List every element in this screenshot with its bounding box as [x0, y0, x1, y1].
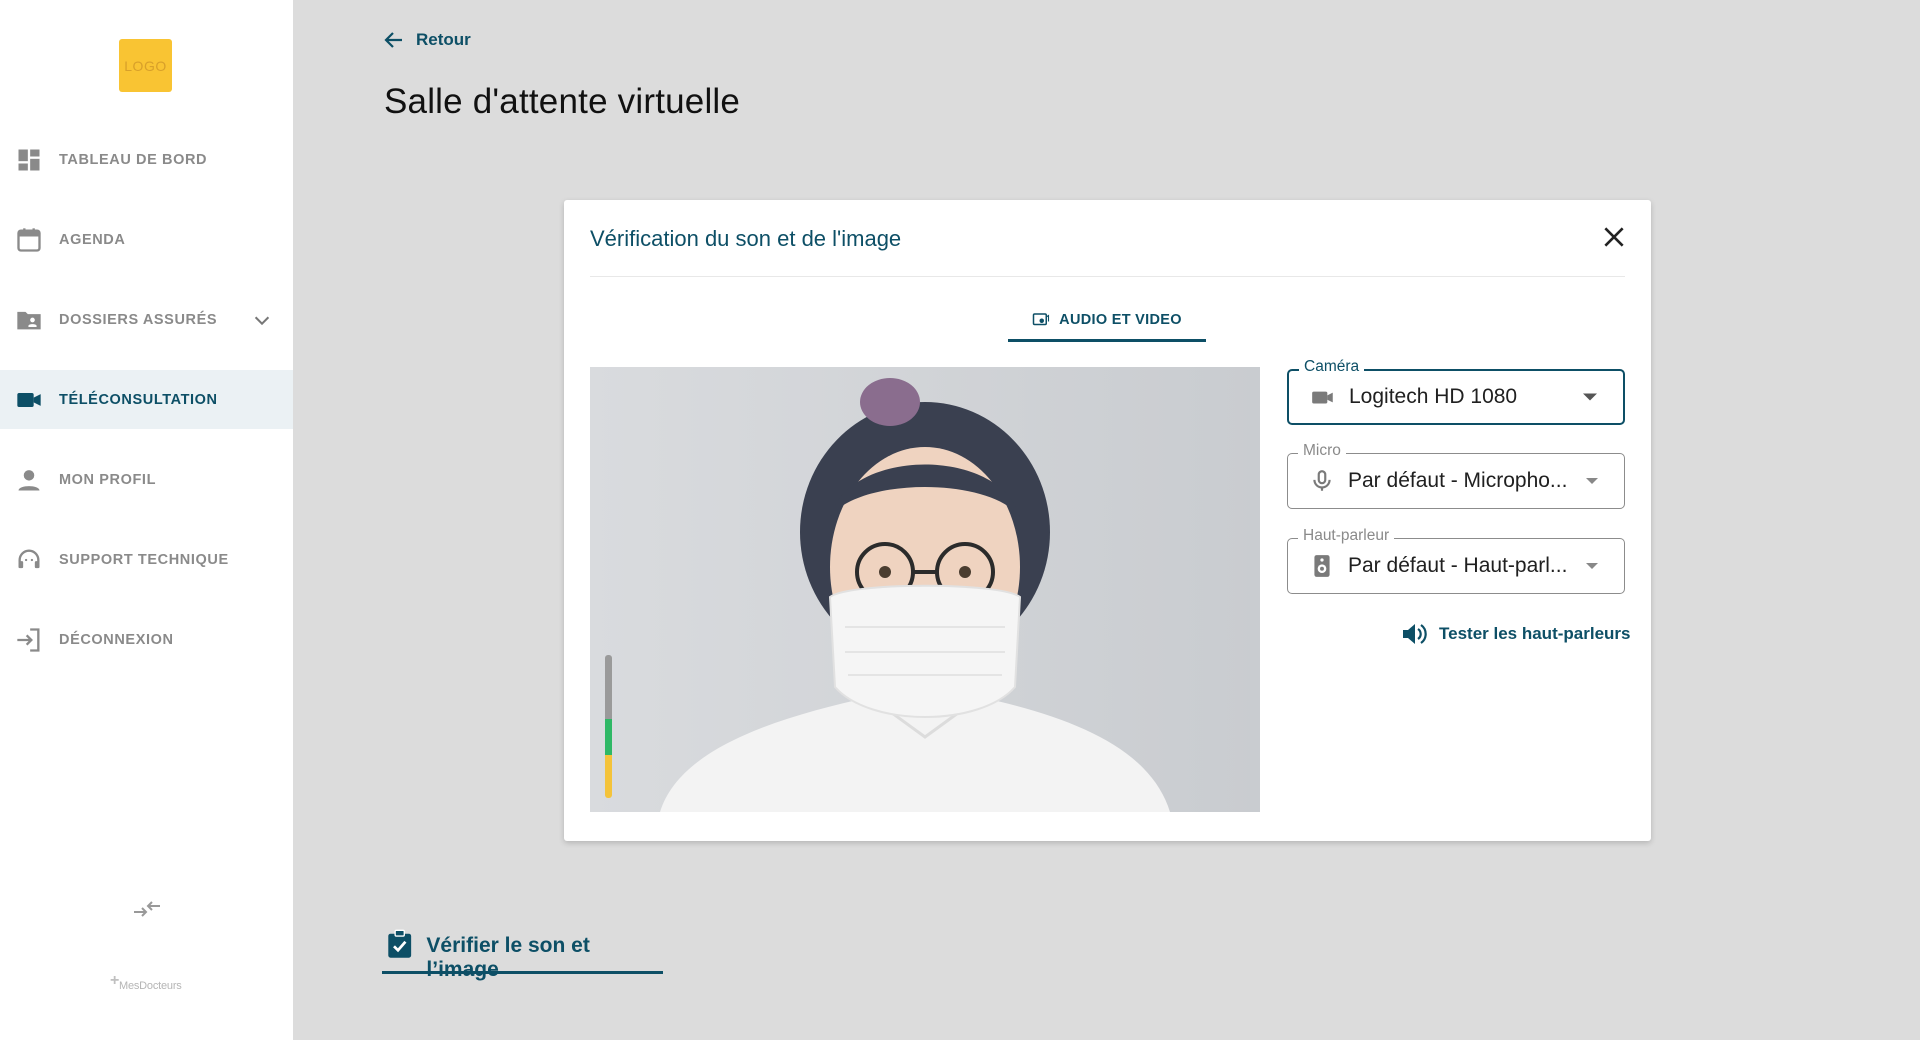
headset-icon [15, 546, 43, 574]
video-preview [590, 367, 1260, 812]
sidebar-item-label: TÉLÉCONSULTATION [59, 391, 218, 408]
test-speakers-button[interactable]: Tester les haut-parleurs [1401, 621, 1630, 647]
sidebar-item-label: MON PROFIL [59, 471, 157, 488]
av-check-modal: Vérification du son et de l'image AUDIO … [564, 200, 1651, 841]
close-icon[interactable] [1601, 224, 1627, 250]
camera-settings-icon [1032, 312, 1050, 325]
sidebar-item-dossiers-assures[interactable]: DOSSIERS ASSURÉS [0, 290, 293, 349]
brand-text: MesDocteurs [119, 980, 182, 992]
microphone-icon [1308, 467, 1336, 495]
dropdown-caret-icon [1583, 393, 1597, 401]
sidebar-item-agenda[interactable]: AGENDA [0, 210, 293, 269]
sidebar-item-label: AGENDA [59, 231, 126, 248]
back-label: Retour [416, 30, 471, 49]
sidebar-item-label: DOSSIERS ASSURÉS [59, 311, 218, 328]
meter-yellow-segment [605, 755, 612, 798]
audio-level-meter [605, 655, 612, 798]
dashboard-icon [15, 146, 43, 174]
camera-label: Caméra [1299, 358, 1365, 376]
camera-value: Logitech HD 1080 [1349, 385, 1518, 408]
brand-logo: + MesDocteurs [108, 972, 182, 992]
sidebar: LOGO TABLEAU DE BORD AGENDA DOSSIERS ASS… [0, 0, 293, 1040]
dropdown-caret-icon [1586, 563, 1598, 569]
sidebar-nav: TABLEAU DE BORD AGENDA DOSSIERS ASSURÉS … [0, 130, 293, 690]
person-icon [15, 466, 43, 494]
volume-icon [1403, 624, 1427, 644]
micro-label: Micro [1298, 442, 1346, 460]
chevron-down-icon[interactable] [251, 309, 273, 331]
sidebar-item-mon-profil[interactable]: MON PROFIL [0, 450, 293, 509]
dropdown-caret-icon [1586, 478, 1598, 484]
arrow-left-icon [384, 32, 402, 48]
sidebar-item-label: SUPPORT TECHNIQUE [59, 551, 229, 568]
speaker-label: Haut-parleur [1298, 527, 1395, 545]
verify-av-button[interactable]: Vérifier le son et l’image [382, 929, 663, 981]
logo: LOGO [119, 39, 172, 92]
meter-grey-segment [605, 655, 612, 719]
meter-green-segment [605, 719, 612, 755]
folder-user-icon [15, 306, 43, 334]
verify-label: Vérifier le son et l’image [426, 934, 590, 981]
video-camera-icon [15, 386, 43, 414]
speaker-select[interactable]: Haut-parleur Par défaut - Haut-parl... [1287, 527, 1625, 594]
tab-label: AUDIO ET VIDEO [1059, 311, 1182, 328]
sidebar-item-tableau-de-bord[interactable]: TABLEAU DE BORD [0, 130, 293, 189]
sidebar-item-teleconsultation[interactable]: TÉLÉCONSULTATION [0, 370, 293, 429]
back-link[interactable]: Retour [382, 28, 471, 52]
micro-select[interactable]: Micro Par défaut - Micropho... [1287, 442, 1625, 509]
plus-icon: + [110, 972, 120, 989]
collapse-sidebar-icon[interactable] [132, 897, 162, 921]
speaker-value: Par défaut - Haut-parl... [1348, 554, 1568, 577]
logout-icon [15, 626, 43, 654]
webcam-feed-image [590, 367, 1260, 812]
sidebar-item-label: TABLEAU DE BORD [59, 151, 208, 168]
sidebar-item-label: DÉCONNEXION [59, 631, 174, 648]
micro-value: Par défaut - Micropho... [1348, 469, 1568, 492]
calendar-icon [15, 226, 43, 254]
speaker-icon [1308, 552, 1336, 580]
sidebar-item-support-technique[interactable]: SUPPORT TECHNIQUE [0, 530, 293, 589]
video-camera-icon [1309, 383, 1337, 411]
tab-audio-video[interactable]: AUDIO ET VIDEO [1008, 300, 1206, 342]
clipboard-check-icon [388, 929, 412, 958]
camera-select[interactable]: Caméra Logitech HD 1080 [1287, 358, 1625, 425]
sidebar-item-deconnexion[interactable]: DÉCONNEXION [0, 610, 293, 669]
page-title: Salle d'attente virtuelle [384, 82, 741, 121]
divider [590, 276, 1625, 277]
modal-title: Vérification du son et de l'image [590, 226, 902, 251]
test-speakers-label: Tester les haut-parleurs [1439, 624, 1631, 643]
